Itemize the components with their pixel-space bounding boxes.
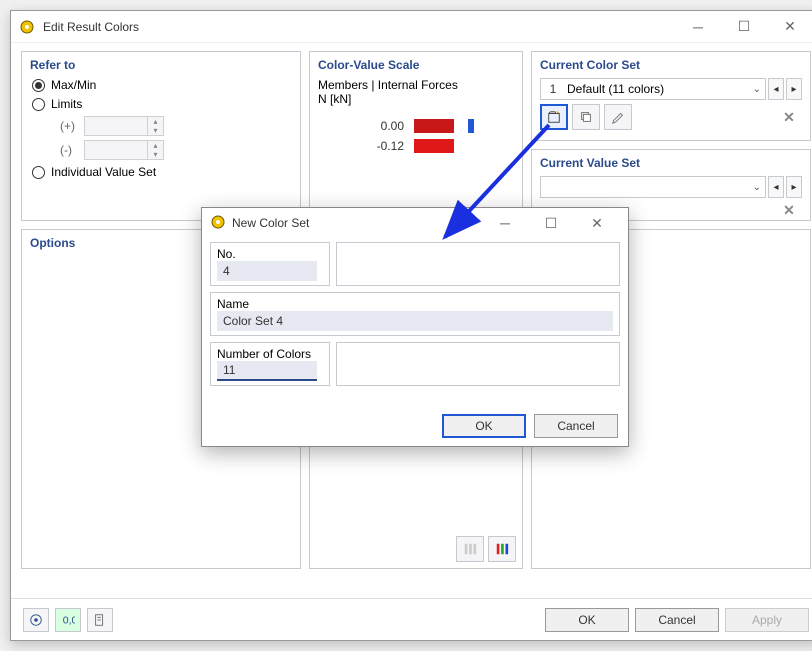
- edit-color-set-button[interactable]: [604, 104, 632, 130]
- minimize-button[interactable]: ─: [675, 12, 721, 42]
- footer-bar: 0,00 OK Cancel Apply: [11, 598, 812, 640]
- radio-limits[interactable]: Limits: [30, 97, 292, 111]
- value-set-next[interactable]: ▸: [786, 176, 802, 198]
- dialog-ok-button[interactable]: OK: [442, 414, 526, 438]
- name-field-group: Name: [210, 292, 620, 336]
- no-field-group: No.: [210, 242, 330, 286]
- radio-max-min[interactable]: Max/Min: [30, 78, 292, 92]
- num-colors-input[interactable]: [217, 361, 317, 381]
- ok-button[interactable]: OK: [545, 608, 629, 632]
- radio-label: Max/Min: [51, 78, 96, 92]
- titlebar: Edit Result Colors ─ ☐ ✕: [11, 11, 812, 43]
- empty-panel-2: [336, 342, 620, 386]
- color-set-prev[interactable]: ◂: [768, 78, 784, 100]
- dialog-cancel-button[interactable]: Cancel: [534, 414, 618, 438]
- color-set-dropdown[interactable]: 1 Default (11 colors) ⌄: [540, 78, 766, 100]
- color-value-scale-panel: Color-Value Scale Members | Internal For…: [309, 51, 523, 221]
- close-button[interactable]: ✕: [767, 12, 812, 42]
- num-colors-label: Number of Colors: [217, 347, 323, 361]
- edit-result-colors-window: Edit Result Colors ─ ☐ ✕ Refer to Max/Mi…: [10, 10, 812, 641]
- apply-button[interactable]: Apply: [725, 608, 809, 632]
- no-label: No.: [217, 247, 323, 261]
- scale-handle[interactable]: [468, 119, 474, 133]
- new-color-set-button[interactable]: [540, 104, 568, 130]
- ccs-legend: Current Color Set: [540, 58, 802, 72]
- empty-panel-1: [336, 242, 620, 286]
- report-button[interactable]: [87, 608, 113, 632]
- refer-to-legend: Refer to: [30, 58, 292, 72]
- dialog-titlebar: New Color Set ─ ☐ ✕: [202, 208, 628, 238]
- scale-row-0: 0.00: [318, 119, 514, 133]
- limits-minus-row: (-) ▴▾: [60, 140, 292, 160]
- plus-label: (+): [60, 119, 80, 133]
- cvs2-legend: Current Value Set: [540, 156, 802, 170]
- limits-plus-row: (+) ▴▾: [60, 116, 292, 136]
- radio-label: Limits: [51, 97, 82, 111]
- refer-to-panel: Refer to Max/Min Limits (+) ▴▾ (-) ▴▾ In…: [21, 51, 301, 221]
- value-set-dropdown[interactable]: ⌄: [540, 176, 766, 198]
- value-set-prev[interactable]: ◂: [768, 176, 784, 198]
- color-set-index: 1: [545, 82, 561, 96]
- window-title: Edit Result Colors: [43, 20, 675, 34]
- color-swatch[interactable]: [414, 119, 454, 133]
- app-icon: [19, 19, 35, 35]
- radio-icon: [32, 79, 45, 92]
- chevron-down-icon: ⌄: [753, 84, 761, 95]
- radio-icon: [32, 98, 45, 111]
- current-color-set-panel: Current Color Set 1 Default (11 colors) …: [531, 51, 811, 141]
- color-set-selected: Default (11 colors): [567, 82, 747, 96]
- cvs-line1: Members | Internal Forces: [318, 78, 514, 92]
- delete-color-set-button[interactable]: ✕: [776, 109, 802, 126]
- maximize-button[interactable]: ☐: [721, 12, 767, 42]
- app-icon: [210, 214, 226, 233]
- color-swatch[interactable]: [414, 139, 454, 153]
- preview-mode-b-button[interactable]: [488, 536, 516, 562]
- units-button[interactable]: 0,00: [55, 608, 81, 632]
- radio-individual[interactable]: Individual Value Set: [30, 165, 292, 179]
- dialog-title: New Color Set: [232, 216, 482, 230]
- copy-color-set-button[interactable]: [572, 104, 600, 130]
- name-label: Name: [217, 297, 613, 311]
- color-set-next[interactable]: ▸: [786, 78, 802, 100]
- cancel-button[interactable]: Cancel: [635, 608, 719, 632]
- name-input[interactable]: [217, 311, 613, 331]
- help-button[interactable]: [23, 608, 49, 632]
- chevron-down-icon: ⌄: [753, 182, 761, 193]
- limits-plus-input[interactable]: ▴▾: [84, 116, 164, 136]
- dialog-maximize-button[interactable]: ☐: [528, 208, 574, 238]
- num-colors-field-group: Number of Colors: [210, 342, 330, 386]
- delete-value-set-button[interactable]: ✕: [776, 202, 802, 219]
- radio-label: Individual Value Set: [51, 165, 156, 179]
- scale-row-1: -0.12: [318, 139, 514, 153]
- right-column: Current Color Set 1 Default (11 colors) …: [531, 51, 811, 221]
- no-input[interactable]: [217, 261, 317, 281]
- dialog-close-button[interactable]: ✕: [574, 208, 620, 238]
- cvs-line2: N [kN]: [318, 92, 514, 106]
- dialog-minimize-button[interactable]: ─: [482, 208, 528, 238]
- preview-mode-a-button[interactable]: [456, 536, 484, 562]
- limits-minus-input[interactable]: ▴▾: [84, 140, 164, 160]
- cvs-legend: Color-Value Scale: [318, 58, 514, 72]
- svg-text:0,00: 0,00: [63, 614, 75, 626]
- radio-icon: [32, 166, 45, 179]
- new-color-set-dialog: New Color Set ─ ☐ ✕ No. Name Number of C…: [201, 207, 629, 447]
- minus-label: (-): [60, 143, 80, 157]
